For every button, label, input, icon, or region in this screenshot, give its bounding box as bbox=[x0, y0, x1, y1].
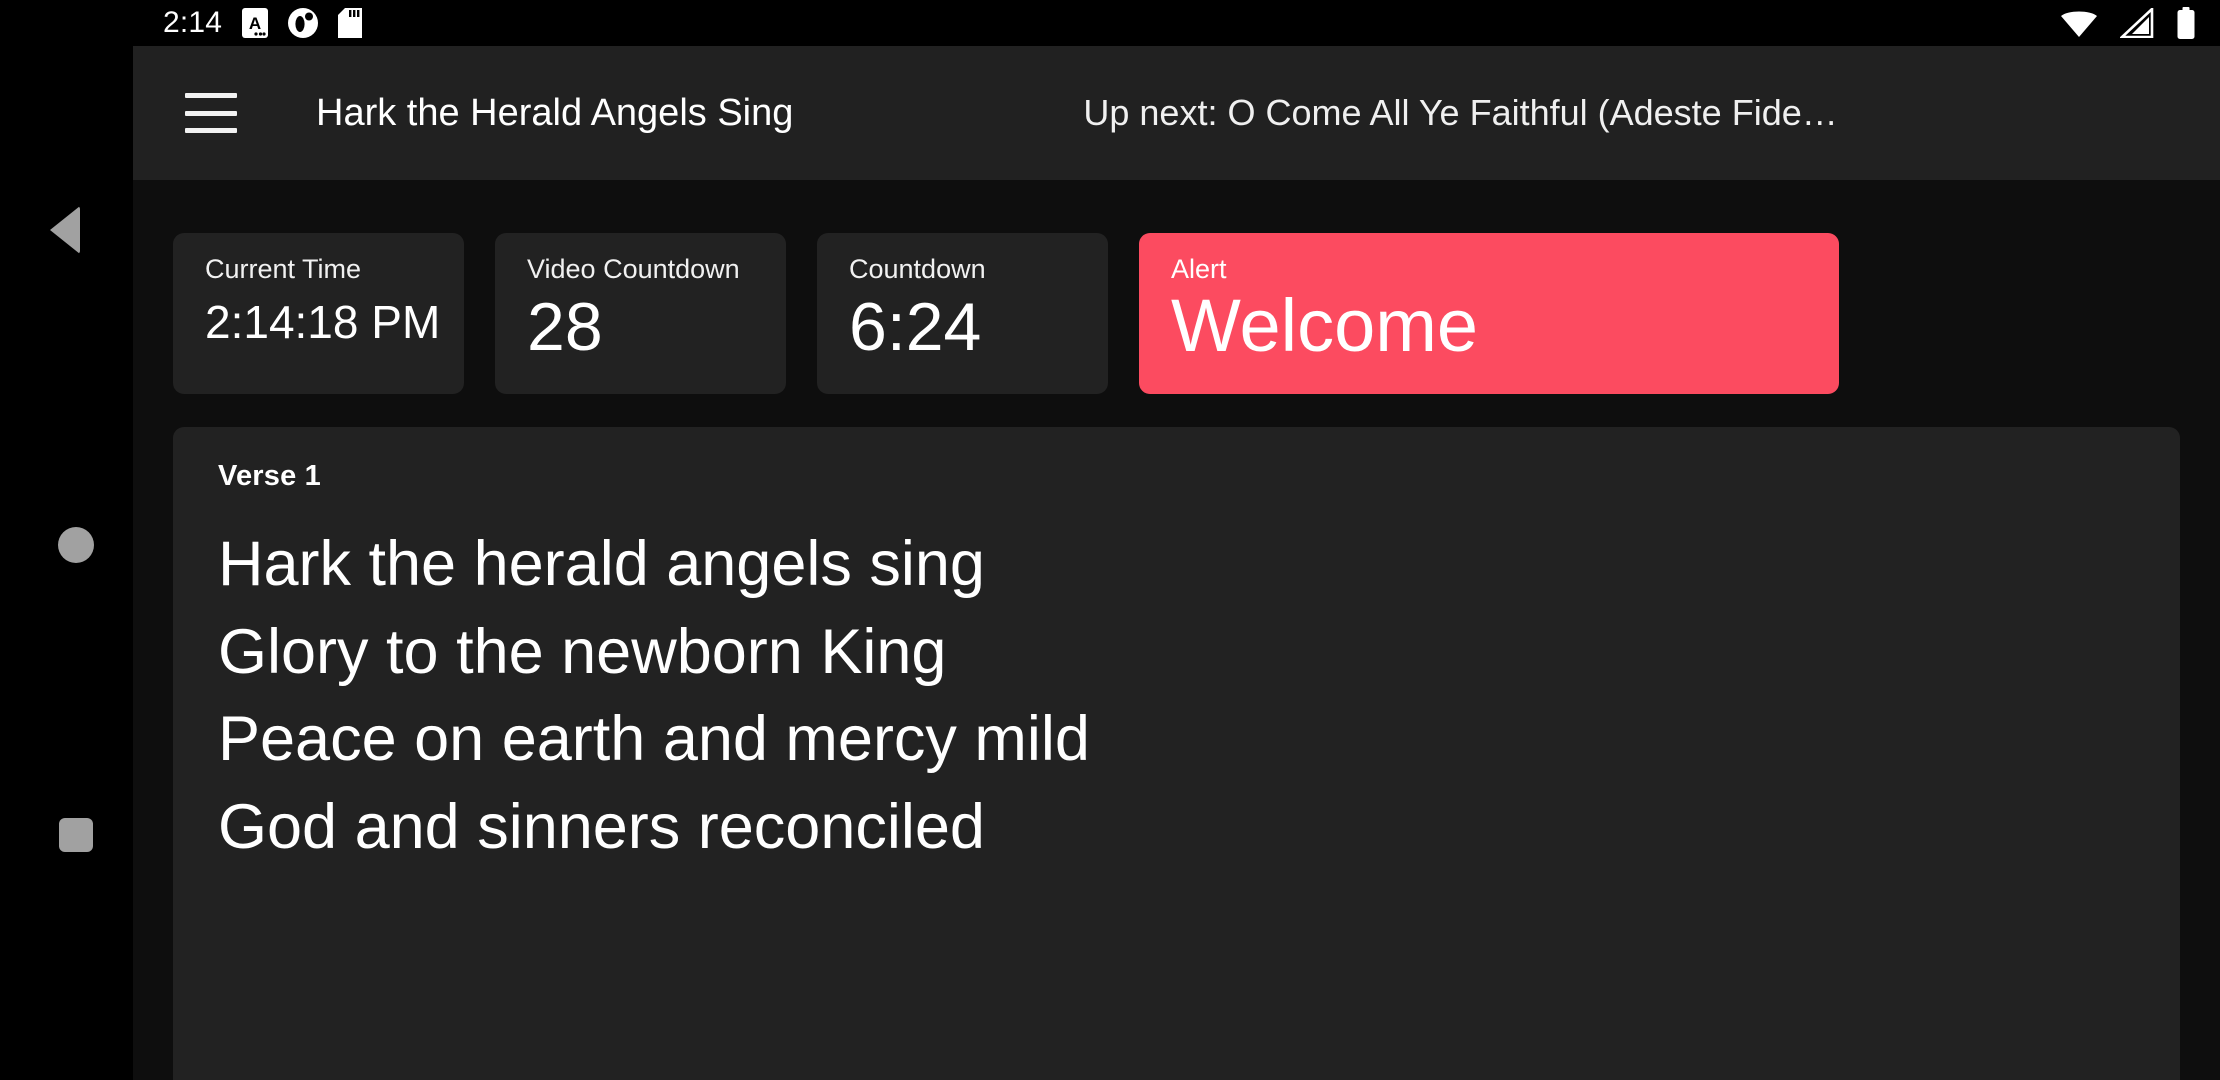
card-countdown[interactable]: Countdown 6:24 bbox=[817, 233, 1108, 394]
menu-bar-3 bbox=[185, 128, 237, 133]
back-triangle-icon bbox=[49, 206, 80, 254]
card-current-time[interactable]: Current Time 2:14:18 PM bbox=[173, 233, 464, 394]
card-video-countdown[interactable]: Video Countdown 28 bbox=[495, 233, 786, 394]
android-navigation-bar bbox=[0, 0, 133, 1080]
card-current-time-label: Current Time bbox=[205, 254, 362, 284]
lyrics-panel[interactable]: Verse 1 Hark the herald angels sing Glor… bbox=[173, 427, 2180, 1080]
lyric-line: Peace on earth and mercy mild bbox=[218, 704, 1090, 775]
card-alert-label: Alert bbox=[1171, 254, 1227, 284]
battery-full-icon bbox=[2177, 7, 2195, 39]
wifi-icon bbox=[2061, 11, 2097, 37]
status-cards-row: Current Time 2:14:18 PM Video Countdown … bbox=[133, 180, 2220, 394]
lyric-line: Hark the herald angels sing bbox=[218, 529, 985, 599]
verse-label: Verse 1 bbox=[218, 460, 321, 492]
page-title: Hark the Herald Angels Sing bbox=[316, 91, 794, 134]
app-bar: Hark the Herald Angels Sing Up next: O C… bbox=[133, 46, 2220, 180]
recents-button[interactable] bbox=[0, 795, 133, 875]
hamburger-menu-icon[interactable] bbox=[185, 93, 237, 133]
back-button[interactable] bbox=[0, 190, 133, 270]
card-video-countdown-label: Video Countdown bbox=[527, 254, 740, 284]
letter-a-badge-icon: A bbox=[242, 8, 269, 38]
app-window: Hark the Herald Angels Sing Up next: O C… bbox=[133, 46, 2220, 1080]
card-countdown-value: 6:24 bbox=[849, 288, 982, 365]
lyric-line: God and sinners reconciled bbox=[218, 791, 985, 862]
device-screen: 2:14 A Hark the Herald Angels Sing Up ne… bbox=[0, 0, 2220, 1080]
menu-bar-1 bbox=[185, 93, 237, 98]
lyric-lines: Hark the herald angels sing Glory to the… bbox=[218, 521, 2135, 871]
home-button[interactable] bbox=[0, 505, 133, 585]
menu-bar-2 bbox=[185, 110, 237, 116]
card-alert-value: Welcome bbox=[1171, 283, 1479, 367]
profile-dot-icon bbox=[288, 8, 319, 38]
lyric-line: Glory to the newborn King bbox=[218, 616, 947, 687]
card-alert[interactable]: Alert Welcome bbox=[1139, 233, 1839, 394]
status-bar: 2:14 A bbox=[133, 0, 2220, 46]
home-circle-icon bbox=[57, 527, 94, 563]
card-current-time-value: 2:14:18 PM bbox=[205, 295, 441, 348]
sd-card-icon bbox=[338, 8, 363, 38]
recents-square-icon bbox=[58, 818, 93, 852]
cellular-signal-icon bbox=[2120, 8, 2154, 38]
card-countdown-label: Countdown bbox=[849, 254, 986, 284]
status-bar-clock: 2:14 bbox=[163, 6, 223, 39]
svg-text:A: A bbox=[249, 14, 261, 33]
up-next-label: Up next: O Come All Ye Faithful (Adeste … bbox=[1083, 92, 1838, 133]
status-bar-left: 2:14 A bbox=[163, 6, 363, 39]
status-bar-right bbox=[2060, 7, 2196, 39]
card-video-countdown-value: 28 bbox=[527, 288, 603, 365]
